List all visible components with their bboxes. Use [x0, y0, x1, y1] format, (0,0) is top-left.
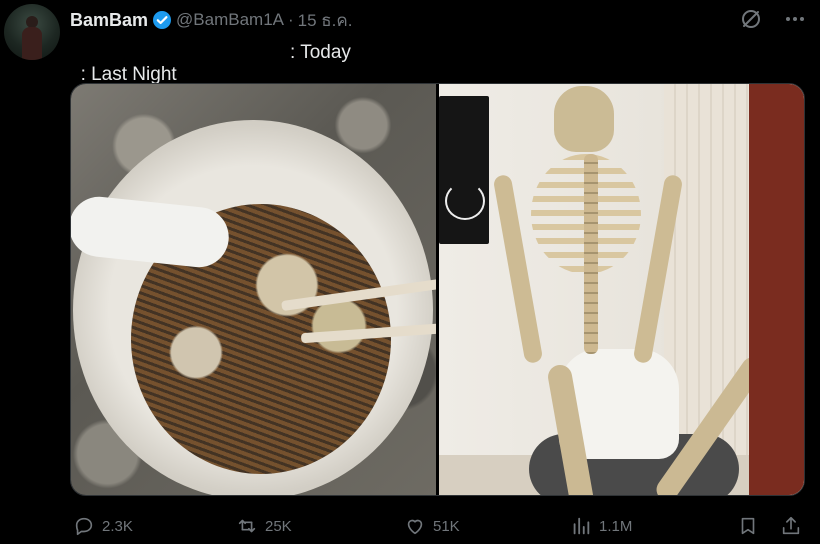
- retweet-count: 25K: [265, 517, 292, 535]
- reply-icon: [73, 515, 95, 537]
- separator-dot: ·: [288, 10, 294, 29]
- tweet-header: BamBam @BamBam1A · 15 ธ.ค.: [70, 8, 353, 32]
- views-count: 1.1M: [599, 517, 633, 535]
- avatar[interactable]: [4, 4, 60, 60]
- top-right-actions: [740, 8, 806, 30]
- door-edge: [749, 84, 804, 495]
- bookmark-button[interactable]: [737, 515, 759, 537]
- share-icon: [780, 515, 802, 537]
- media-photo-noodles[interactable]: [71, 84, 436, 495]
- like-count: 51K: [433, 517, 460, 535]
- avatar-figure-body: [22, 27, 42, 60]
- bookmark-icon: [737, 515, 759, 537]
- tweet-actions: 2.3K 25K 51K 1.1M: [70, 512, 805, 540]
- views-bars-icon: [570, 515, 592, 537]
- views-button[interactable]: 1.1M: [570, 515, 632, 537]
- media-grid: [70, 83, 805, 496]
- grok-slash-icon[interactable]: [740, 8, 762, 30]
- skeleton-spine: [584, 154, 598, 354]
- verified-badge-icon: [152, 10, 172, 30]
- share-button[interactable]: [780, 515, 802, 537]
- heart-icon: [404, 515, 426, 537]
- like-button[interactable]: 51K: [404, 515, 460, 537]
- reply-button[interactable]: 2.3K: [73, 515, 133, 537]
- skeleton-skull: [554, 86, 614, 152]
- media-photo-skeleton[interactable]: [439, 84, 804, 495]
- retweet-button[interactable]: 25K: [236, 515, 292, 537]
- more-dots-icon[interactable]: [784, 8, 806, 30]
- handle[interactable]: @BamBam1A: [176, 10, 284, 30]
- retweet-icon: [236, 515, 258, 537]
- timestamp[interactable]: 15 ธ.ค.: [298, 7, 353, 34]
- display-name[interactable]: BamBam: [70, 10, 148, 31]
- tweet-text-right: : Today: [290, 42, 351, 63]
- reply-count: 2.3K: [102, 517, 133, 535]
- black-cat-towel: [439, 96, 489, 244]
- tweet-text-left: : Last Night: [80, 64, 177, 85]
